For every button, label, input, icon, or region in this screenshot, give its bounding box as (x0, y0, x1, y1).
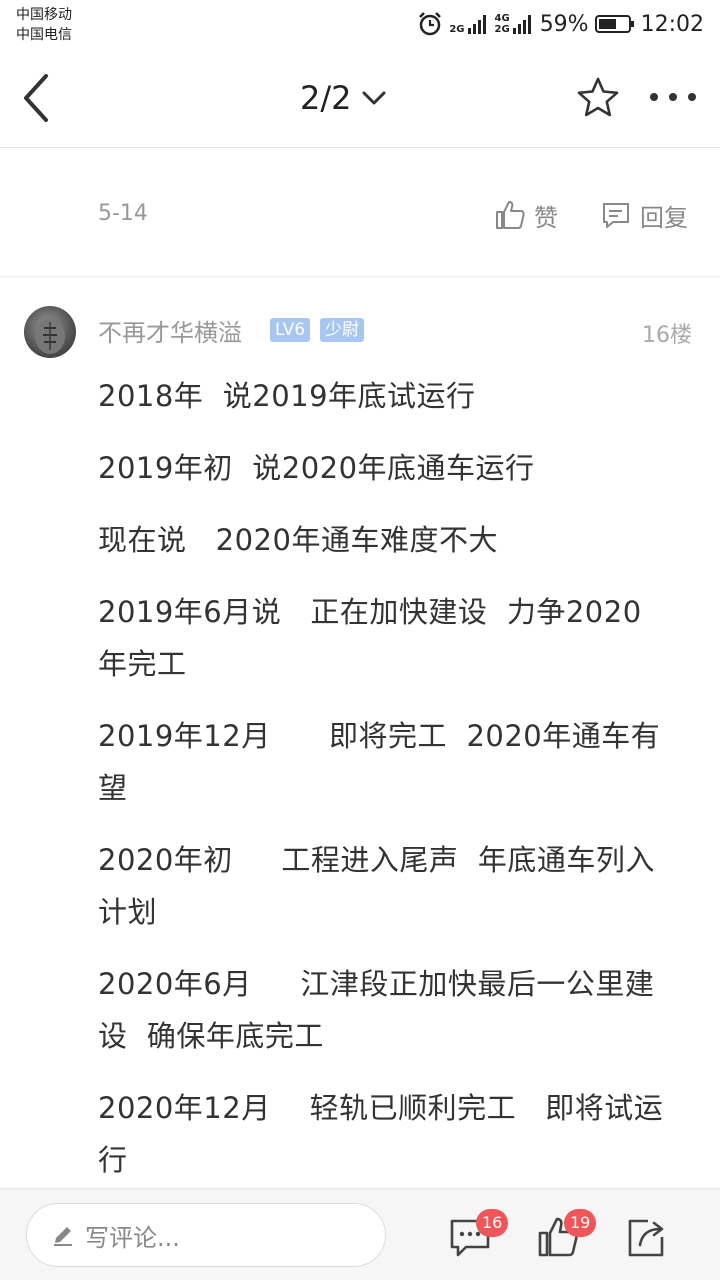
reply-button[interactable]: 回复 (600, 195, 688, 235)
post-line: 2019年6月说 正在加快建设 力争2020年完工 (98, 595, 642, 681)
previous-post-footer: 5-14 赞 回复 (0, 149, 720, 277)
post-line: 2018年 说2019年底试运行 (98, 379, 476, 413)
post-line: 2020年初 工程进入尾声 年底通车列入计划 (98, 843, 655, 929)
avatar[interactable] (24, 306, 76, 358)
like-count-badge: 19 (564, 1209, 597, 1237)
bottom-action-bar: 写评论... 16 19 (0, 1188, 720, 1280)
network-type-2: 4G (494, 13, 510, 24)
post-line: 2020年12月 轻轨已顺利完工 即将试运行 (98, 1091, 664, 1177)
reply-label: 回复 (640, 203, 688, 232)
signal-icon-2 (512, 15, 531, 34)
post-content: 2018年 说2019年底试运行 2019年初 说2020年底通车运行 现在说 … (98, 370, 668, 1206)
chevron-down-icon (362, 91, 385, 105)
more-icon[interactable] (646, 88, 700, 106)
post-line: 2019年初 说2020年底通车运行 (98, 451, 535, 485)
clock: 12:02 (640, 11, 704, 37)
thumbs-up-icon (496, 201, 525, 229)
page-indicator: 2/2 (300, 79, 352, 117)
reply-bubble-icon (603, 203, 629, 228)
comment-placeholder: 写评论... (85, 1223, 180, 1252)
battery-icon (594, 15, 634, 33)
network-type-3: 2G (494, 24, 510, 35)
post-line: 2019年12月 即将完工 2020年通车有望 (98, 719, 661, 805)
post-date: 5-14 (98, 201, 148, 226)
floor-number: 16楼 (642, 323, 692, 348)
pencil-icon (54, 1227, 72, 1246)
username[interactable]: 不再才华横溢 (98, 313, 242, 348)
star-icon[interactable] (574, 74, 622, 122)
post-line: 现在说 2020年通车难度不大 (98, 523, 498, 557)
network-type-1: 2G (449, 24, 465, 35)
carrier-2: 中国电信 (16, 27, 72, 43)
rank-badge: 少尉 (320, 318, 364, 342)
like-label: 赞 (534, 203, 558, 232)
comment-count-badge: 16 (476, 1209, 509, 1237)
share-icon[interactable] (624, 1215, 668, 1259)
comment-input[interactable]: 写评论... (26, 1203, 386, 1267)
page-selector[interactable]: 2/2 (300, 76, 386, 120)
status-icons: 2G 4G 2G 59% 12:02 (417, 8, 704, 40)
carrier-1: 中国移动 (16, 7, 72, 23)
top-nav: 2/2 (0, 48, 720, 148)
battery-percent: 59% (539, 11, 589, 37)
post-line: 2020年6月 江津段正加快最后一公里建设 确保年底完工 (98, 967, 655, 1053)
back-arrow-icon[interactable] (18, 70, 58, 126)
signal-icon-1 (467, 15, 486, 34)
status-bar: 中国移动 中国电信 2G 4G 2G 59% 12:02 (0, 0, 720, 48)
like-button[interactable]: 赞 (494, 195, 558, 235)
level-badge: LV6 (270, 318, 311, 342)
carrier-info: 中国移动 中国电信 (16, 5, 72, 45)
alarm-icon (419, 12, 442, 36)
